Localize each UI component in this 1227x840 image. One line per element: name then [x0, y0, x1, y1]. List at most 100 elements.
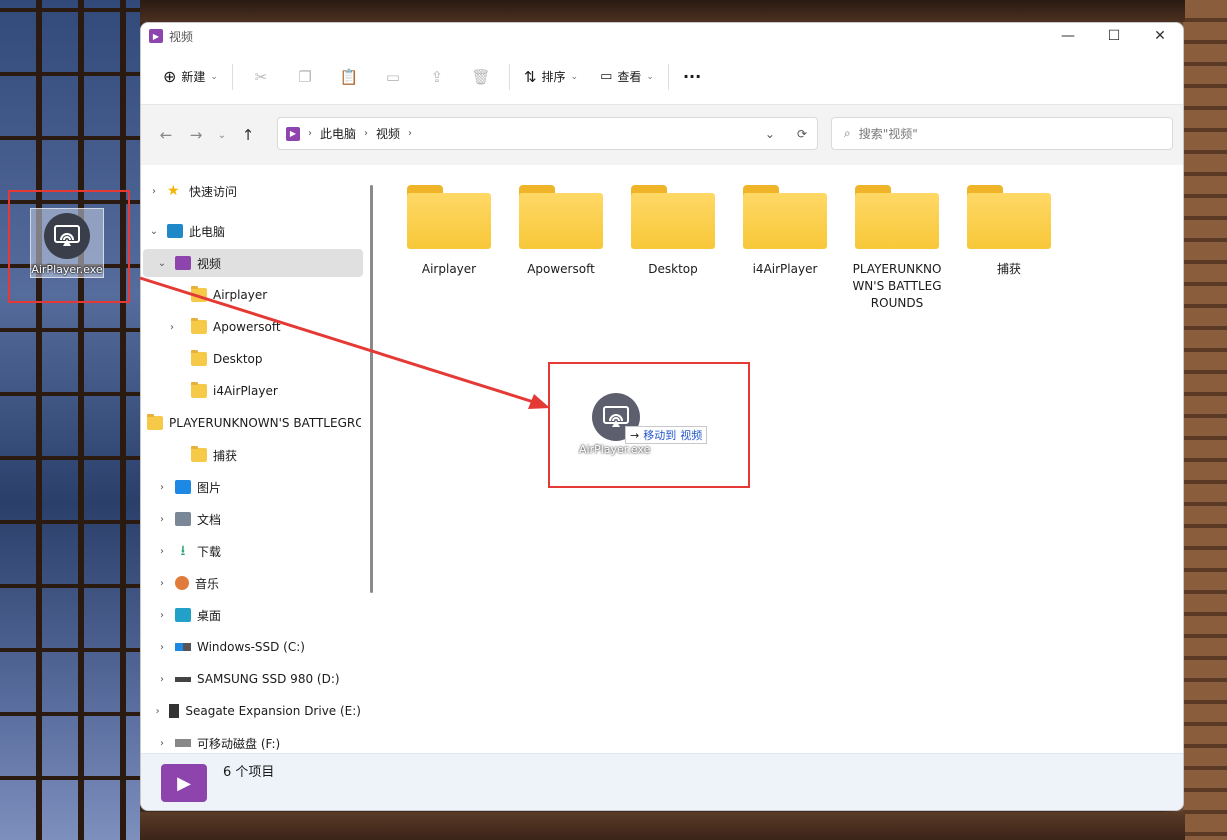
nav-desktop[interactable]: › 桌面 — [141, 601, 361, 629]
highlight-box-source — [8, 190, 130, 303]
highlight-box-target — [548, 362, 750, 488]
chevron-right-icon: › — [160, 577, 164, 589]
divider — [231, 63, 233, 90]
nav-documents[interactable]: › 文档 — [141, 505, 361, 533]
nav-scrollbar[interactable] — [370, 185, 373, 593]
forward-arrow-icon[interactable]: → — [181, 126, 211, 144]
refresh-icon[interactable]: ⟳ — [797, 127, 807, 141]
drive-icon — [175, 643, 191, 651]
back-arrow-icon[interactable]: ← — [151, 126, 181, 144]
search-box[interactable]: ⌕ 搜索"视频" — [831, 117, 1173, 150]
window-title: 视频 — [169, 29, 194, 44]
status-bar: ▶ 6 个项目 — [141, 753, 1183, 810]
folder-icon — [967, 185, 1051, 249]
folder-tile-pubg[interactable]: PLAYERUNKNOWN'S BATTLEGROUNDS — [847, 185, 947, 312]
nav-label: 视频 — [197, 256, 222, 271]
address-bar[interactable]: ▶ › 此电脑 › 视频 › ⌄ ⟳ — [277, 117, 818, 150]
divider — [508, 63, 510, 90]
sort-button[interactable]: ⇅ 排序 ⌄ — [516, 61, 586, 93]
copy-icon[interactable]: ❐ — [289, 61, 321, 93]
view-button[interactable]: ▭ 查看 ⌄ — [592, 61, 662, 93]
search-icon: ⌕ — [844, 126, 851, 140]
up-arrow-icon[interactable]: ↑ — [233, 126, 263, 144]
nav-quick-access[interactable]: › ★ 快速访问 — [141, 177, 361, 205]
nav-folder-i4airplayer[interactable]: i4AirPlayer — [141, 377, 361, 405]
external-drive-icon — [169, 704, 180, 718]
view-icon: ▭ — [600, 69, 613, 84]
nav-drive-c[interactable]: › Windows-SSD (C:) — [141, 633, 361, 661]
desktop-wallpaper-left — [0, 0, 140, 840]
folder-name: i4AirPlayer — [752, 262, 818, 276]
delete-icon[interactable]: 🗑 — [465, 61, 497, 93]
folder-tile-apowersoft[interactable]: Apowersoft — [511, 185, 611, 278]
nav-label: Apowersoft — [213, 320, 281, 334]
download-icon: ⭳ — [180, 543, 186, 559]
view-label: 查看 — [617, 70, 642, 84]
nav-folder-pubg[interactable]: PLAYERUNKNOWN'S BATTLEGROUNDS — [141, 409, 361, 437]
folder-icon — [519, 185, 603, 249]
nav-pictures[interactable]: › 图片 — [141, 473, 361, 501]
more-button[interactable]: ··· — [675, 61, 709, 93]
nav-folder-capture[interactable]: 捕获 — [141, 441, 361, 469]
nav-drive-e[interactable]: › Seagate Expansion Drive (E:) — [141, 697, 361, 725]
nav-folder-airplayer[interactable]: Airplayer — [141, 281, 361, 309]
breadcrumb-this-pc[interactable]: 此电脑 — [320, 125, 356, 142]
video-folder-icon: ▶ — [149, 29, 163, 43]
new-button[interactable]: ⊕ 新建 ⌄ — [155, 61, 226, 93]
item-count: 6 个项目 — [223, 765, 275, 780]
nav-folder-apowersoft[interactable]: › Apowersoft — [141, 313, 361, 341]
chevron-right-icon: › — [408, 128, 413, 139]
chevron-right-icon: › — [308, 128, 312, 139]
nav-videos[interactable]: ⌄ 视频 — [143, 249, 363, 277]
nav-label: 图片 — [197, 480, 222, 495]
chevron-right-icon: › — [160, 641, 164, 653]
computer-icon — [167, 224, 183, 238]
pictures-icon — [175, 480, 191, 494]
video-folder-icon — [175, 256, 191, 270]
nav-label: Airplayer — [213, 288, 268, 302]
rename-icon[interactable]: ▭ — [377, 61, 409, 93]
music-icon — [175, 576, 189, 590]
removable-drive-icon — [175, 739, 191, 747]
chevron-right-icon: › — [155, 705, 160, 717]
breadcrumb-videos[interactable]: 视频 — [376, 125, 400, 142]
nav-music[interactable]: › 音乐 — [141, 569, 361, 597]
nav-label: Windows-SSD (C:) — [197, 640, 305, 654]
chevron-right-icon: › — [160, 481, 164, 493]
chevron-down-icon: ⌄ — [210, 71, 218, 82]
folder-tile-airplayer[interactable]: Airplayer — [399, 185, 499, 278]
nav-downloads[interactable]: › ⭳ 下载 — [141, 537, 361, 565]
folder-tile-desktop[interactable]: Desktop — [623, 185, 723, 278]
chevron-right-icon: › — [170, 321, 174, 333]
divider — [667, 63, 669, 90]
command-bar: ⊕ 新建 ⌄ ✂ ❐ 📋 ▭ ⇪ 🗑 ⇅ 排序 ⌄ ▭ 查看 ⌄ ··· — [141, 49, 1183, 105]
file-list: Airplayer Apowersoft Desktop i4AirPlayer… — [379, 165, 1183, 753]
folder-name: Desktop — [648, 262, 698, 276]
chevron-right-icon: › — [160, 545, 164, 557]
minimize-button[interactable]: — — [1045, 23, 1091, 49]
folder-tile-capture[interactable]: 捕获 — [959, 185, 1059, 278]
maximize-button[interactable]: ☐ — [1091, 23, 1137, 49]
chevron-right-icon: › — [160, 673, 164, 685]
nav-label: 下载 — [197, 544, 222, 559]
nav-label: 可移动磁盘 (F:) — [197, 736, 281, 751]
nav-label: 文档 — [197, 512, 222, 527]
video-folder-icon: ▶ — [161, 764, 207, 802]
history-dropdown-icon[interactable]: ⌄ — [765, 127, 775, 141]
desktop-wallpaper-bottom — [140, 812, 1185, 840]
nav-drive-d[interactable]: › SAMSUNG SSD 980 (D:) — [141, 665, 361, 693]
nav-label: 快速访问 — [189, 184, 238, 199]
folder-tile-i4airplayer[interactable]: i4AirPlayer — [735, 185, 835, 278]
folder-name: Apowersoft — [527, 262, 595, 276]
cut-icon[interactable]: ✂ — [245, 61, 277, 93]
nav-this-pc[interactable]: ⌄ 此电脑 — [141, 217, 361, 245]
nav-folder-desktop[interactable]: Desktop — [141, 345, 361, 373]
paste-icon[interactable]: 📋 — [333, 61, 365, 93]
chevron-right-icon: › — [160, 513, 164, 525]
recent-chevron-icon[interactable]: ⌄ — [211, 130, 233, 141]
share-icon[interactable]: ⇪ — [421, 61, 453, 93]
folder-icon — [147, 414, 163, 430]
star-icon: ★ — [167, 183, 180, 199]
close-button[interactable]: ✕ — [1137, 23, 1183, 49]
folder-name: Airplayer — [421, 262, 477, 276]
